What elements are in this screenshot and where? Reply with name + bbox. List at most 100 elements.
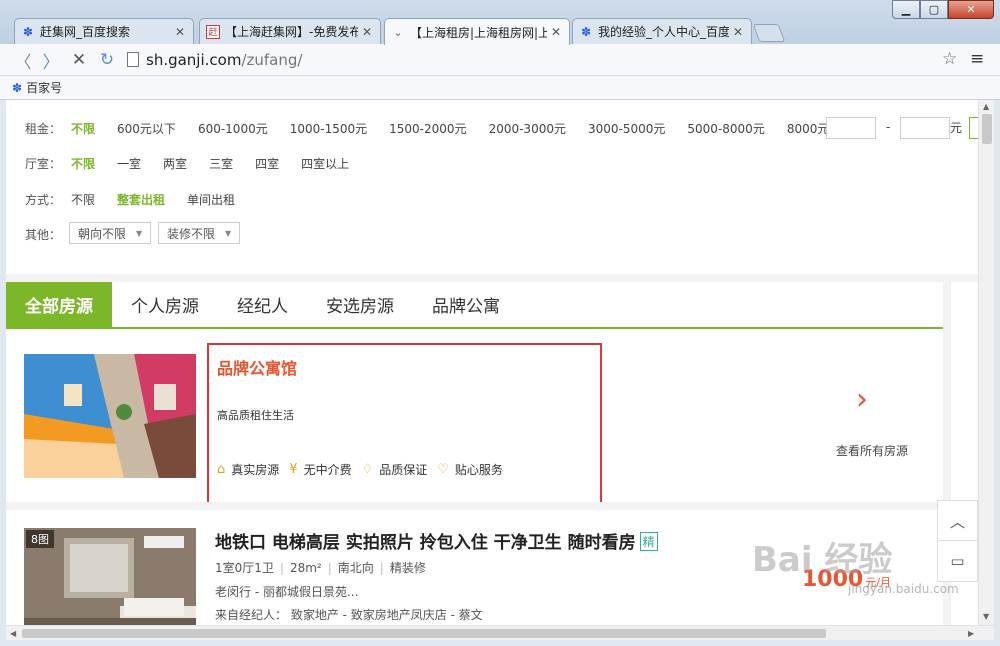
tab-personal-listings[interactable]: 个人房源 — [112, 282, 218, 327]
close-tab-icon[interactable]: ✕ — [551, 25, 563, 39]
brand-title[interactable]: 品牌公寓馆 — [217, 355, 297, 379]
rent-option[interactable]: 不限 — [71, 120, 95, 137]
url-host: sh.ganji.com — [146, 51, 242, 69]
rooms-option[interactable]: 不限 — [71, 155, 95, 172]
rooms-option[interactable]: 两室 — [163, 155, 187, 172]
price-separator: - — [886, 120, 891, 134]
ganji-icon: 赶 — [206, 24, 220, 39]
rooms-option[interactable]: 三室 — [209, 155, 233, 172]
minimize-icon[interactable]: ▁ — [892, 0, 920, 19]
mode-option[interactable]: 不限 — [71, 191, 95, 208]
window-controls: ▁ ▢ ✕ — [892, 0, 994, 19]
mode-option[interactable]: 整套出租 — [117, 191, 165, 208]
min-price-input[interactable] — [826, 117, 876, 139]
spec-decoration: 精装修 — [389, 561, 426, 575]
browser-tab-baidu-search[interactable]: ✽ 赶集网_百度搜索 ✕ — [14, 18, 194, 44]
browser-tab-ganji-home[interactable]: 赶 【上海赶集网】-免费发布 ✕ — [199, 18, 381, 44]
feature-service: 贴心服务 — [454, 463, 503, 477]
dropdown-value: 装修不限 — [167, 226, 216, 241]
heart-icon: ♡ — [437, 462, 449, 477]
tab-label: 【上海赶集网】-免费发布 — [225, 25, 358, 39]
scroll-right-icon[interactable]: ▶ — [968, 629, 974, 638]
close-tab-icon[interactable]: ✕ — [175, 25, 187, 39]
rent-option[interactable]: 1000-1500元 — [290, 120, 367, 137]
scroll-left-icon[interactable]: ◀ — [10, 629, 16, 638]
listing-title[interactable]: 地铁口 电梯高层 实拍照片 拎包入住 干净卫生 随时看房精 — [215, 528, 658, 553]
browser-navbar: 〈 〉 ✕ ↻ sh.ganji.com/zufang/ ☆ ≡ — [0, 44, 1000, 76]
premium-badge: 精 — [639, 532, 658, 551]
decoration-dropdown[interactable]: 装修不限 ▼ — [158, 222, 241, 244]
listing-specs: 1室0厅1卫 | 28m² | 南北向 | 精装修 — [215, 559, 426, 576]
vertical-scrollbar[interactable]: ▲ ▼ — [978, 100, 994, 625]
tab-label: 我的经验_个人中心_百度经 — [598, 25, 729, 39]
tab-label: 赶集网_百度搜索 — [40, 25, 131, 39]
chevron-right-icon[interactable]: › — [856, 382, 868, 417]
listing-image[interactable]: 8图 — [24, 528, 196, 640]
listing-agent[interactable]: 来自经纪人： 致家地产 - 致家房地产凤庆店 - 蔡文 — [215, 606, 483, 623]
baidu-jingyan-watermark: Bai 经验 — [752, 540, 893, 580]
max-price-input[interactable] — [900, 117, 950, 139]
spec-separator: | — [379, 561, 384, 575]
brand-apartment-highlight[interactable]: 品牌公寓馆 高品质租住生活 ⌂ 真实房源 ¥ 无中介费 ♢ 品质保证 ♡ 贴心服… — [207, 343, 602, 505]
rent-option[interactable]: 2000-3000元 — [489, 120, 566, 137]
back-to-top-button[interactable]: ︿ — [937, 500, 978, 542]
tab-verified-listings[interactable]: 安选房源 — [307, 282, 413, 327]
view-all-listings-link[interactable]: 查看所有房源 — [836, 442, 908, 459]
rooms-option[interactable]: 一室 — [117, 155, 141, 172]
forward-icon[interactable]: 〉 — [40, 50, 62, 73]
listing-location[interactable]: 老闵行 - 丽都城假日景苑... — [215, 583, 358, 600]
filter-panel: 租金： 不限 600元以下 600-1000元 1000-1500元 1500-… — [6, 100, 981, 274]
brand-subtitle: 高品质租住生活 — [217, 409, 294, 422]
rooms-option[interactable]: 四室以上 — [301, 155, 349, 172]
paw-icon: ✽ — [12, 80, 23, 95]
page-icon — [127, 52, 139, 67]
brand-apartment-image[interactable] — [24, 354, 196, 478]
listing-title-text[interactable]: 地铁口 电梯高层 实拍照片 拎包入住 干净卫生 随时看房 — [215, 533, 636, 553]
rent-option[interactable]: 1500-2000元 — [389, 120, 466, 137]
address-bar[interactable]: sh.ganji.com/zufang/ — [146, 51, 302, 69]
new-tab-button[interactable] — [752, 24, 786, 42]
bookmark-star-icon[interactable]: ☆ — [942, 49, 957, 69]
paw-icon: ✽ — [22, 24, 34, 39]
browser-tab-jingyan[interactable]: ✽ 我的经验_个人中心_百度经 ✕ — [572, 18, 752, 44]
chevron-down-icon: ▼ — [225, 228, 232, 238]
close-window-icon[interactable]: ✕ — [948, 0, 994, 19]
rent-option[interactable]: 600-1000元 — [198, 120, 268, 137]
orientation-dropdown[interactable]: 朝向不限 ▼ — [69, 222, 152, 244]
chevron-down-icon: ▼ — [136, 228, 143, 238]
scroll-up-icon[interactable]: ▲ — [983, 102, 989, 111]
reload-icon[interactable]: ↻ — [96, 50, 118, 70]
menu-icon[interactable]: ≡ — [970, 49, 984, 69]
maximize-icon[interactable]: ▢ — [920, 0, 948, 19]
horizontal-scroll-thumb[interactable] — [22, 629, 826, 638]
rent-option[interactable]: 600元以下 — [117, 120, 176, 137]
horizontal-scrollbar[interactable]: ◀ ▶ — [6, 625, 994, 640]
rooms-option[interactable]: 四室 — [255, 155, 279, 172]
brand-features: ⌂ 真实房源 ¥ 无中介费 ♢ 品质保证 ♡ 贴心服务 — [217, 461, 513, 478]
tab-all-listings[interactable]: 全部房源 — [6, 282, 112, 327]
url-path: /zufang/ — [241, 51, 303, 69]
dropdown-value: 朝向不限 — [78, 226, 127, 241]
price-unit: 元 — [950, 121, 963, 135]
close-tab-icon[interactable]: ✕ — [362, 25, 374, 39]
rent-option[interactable]: 3000-5000元 — [588, 120, 665, 137]
rent-option[interactable]: 5000-8000元 — [687, 120, 764, 137]
stop-icon[interactable]: ✕ — [68, 50, 90, 70]
filter-row-mode: 方式： 不限 整套出租 单间出租 — [25, 191, 257, 208]
spec-orientation: 南北向 — [337, 561, 374, 575]
listing-panel: 全部房源 个人房源 经纪人 安选房源 品牌公寓 品牌公寓馆 高品质租住生活 ⌂ … — [6, 282, 943, 640]
tab-brand-apartments[interactable]: 品牌公寓 — [413, 282, 519, 327]
feature-no-agent-fee: 无中介费 — [303, 463, 352, 477]
close-tab-icon[interactable]: ✕ — [733, 25, 745, 39]
yen-icon: ¥ — [289, 462, 298, 477]
bookmark-baijiahao[interactable]: 百家号 — [26, 79, 62, 96]
feedback-button[interactable]: ▭ — [937, 540, 978, 582]
browser-tab-zufang[interactable]: ⌄ 【上海租房|上海租房网|上 ✕ — [384, 18, 570, 45]
tab-label: 【上海租房|上海租房网|上 — [410, 25, 547, 40]
tab-agents[interactable]: 经纪人 — [218, 282, 307, 327]
mode-option[interactable]: 单间出租 — [187, 191, 235, 208]
chevron-up-icon: ︿ — [949, 512, 965, 531]
scroll-down-icon[interactable]: ▼ — [983, 612, 989, 621]
vertical-scroll-thumb[interactable] — [982, 114, 992, 144]
back-icon[interactable]: 〈 — [12, 50, 34, 73]
